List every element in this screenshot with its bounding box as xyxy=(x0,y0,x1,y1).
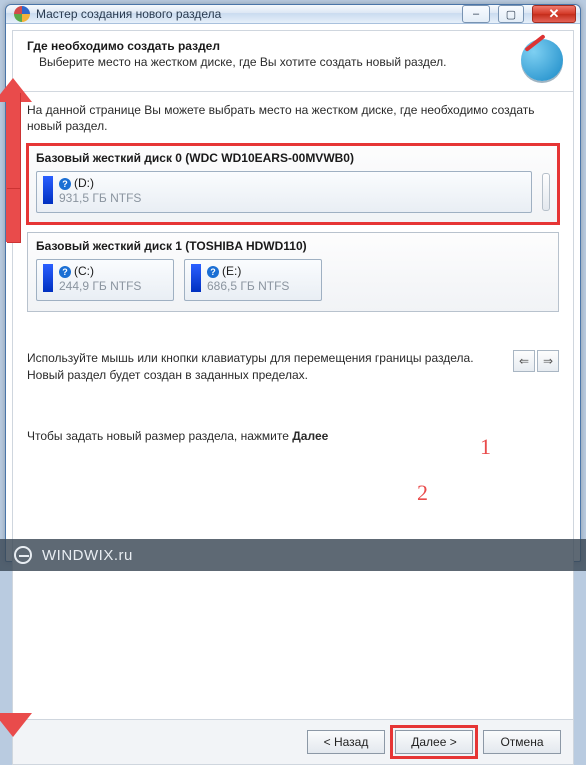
wizard-window: Мастер создания нового раздела – ▢ ✕ Где… xyxy=(5,4,581,562)
partition-label: (C:) xyxy=(74,264,94,278)
press-prefix: Чтобы задать новый размер раздела, нажми… xyxy=(27,429,292,443)
partition-e[interactable]: ?(E:) 686,5 ГБ NTFS xyxy=(184,259,322,301)
description-text: На данной странице Вы можете выбрать мес… xyxy=(27,102,559,134)
next-button[interactable]: Далее > xyxy=(395,730,473,754)
partition-size: 244,9 ГБ NTFS xyxy=(59,279,141,294)
partition-c[interactable]: ?(C:) 244,9 ГБ NTFS xyxy=(36,259,174,301)
annotation-arrow-2 xyxy=(27,601,559,713)
wizard-body: Где необходимо создать раздел Выберите м… xyxy=(12,30,574,765)
partition-size: 686,5 ГБ NTFS xyxy=(207,279,289,294)
partition-stripe-icon xyxy=(191,264,201,292)
disk-item-0[interactable]: Базовый жесткий диск 0 (WDC WD10EARS-00M… xyxy=(27,144,559,224)
partition-size: 931,5 ГБ NTFS xyxy=(59,191,141,206)
window-title: Мастер создания нового раздела xyxy=(36,7,221,21)
info-icon: ? xyxy=(59,266,71,278)
maximize-button[interactable]: ▢ xyxy=(498,5,524,23)
cancel-button[interactable]: Отмена xyxy=(483,730,561,754)
info-icon: ? xyxy=(59,178,71,190)
page-subtitle: Выберите место на жестком диске, где Вы … xyxy=(39,55,513,69)
back-button[interactable]: < Назад xyxy=(307,730,385,754)
disk-item-1[interactable]: Базовый жесткий диск 1 (TOSHIBA HDWD110)… xyxy=(27,232,559,312)
watermark-text: WINDWIX.ru xyxy=(42,547,133,564)
button-bar: < Назад Далее > Отмена xyxy=(13,719,573,764)
wizard-header: Где необходимо создать раздел Выберите м… xyxy=(13,31,573,92)
partition-d[interactable]: ?(D:) 931,5 ГБ NTFS xyxy=(36,171,532,213)
content-area: На данной странице Вы можете выбрать мес… xyxy=(13,92,573,719)
disk-title: Базовый жесткий диск 1 (TOSHIBA HDWD110) xyxy=(36,239,550,253)
annotation-arrow-1 xyxy=(27,443,559,601)
disk-title: Базовый жесткий диск 0 (WDC WD10EARS-00M… xyxy=(36,151,550,165)
annotation-label-1: 1 xyxy=(480,434,491,460)
press-bold: Далее xyxy=(292,429,328,443)
partition-label: (E:) xyxy=(222,264,241,278)
shrink-right-button[interactable]: ⇒ xyxy=(537,350,559,372)
close-button[interactable]: ✕ xyxy=(532,5,576,23)
resize-handle[interactable] xyxy=(542,173,550,211)
shrink-left-button[interactable]: ⇐ xyxy=(513,350,535,372)
info-icon: ? xyxy=(207,266,219,278)
minimize-button[interactable]: – xyxy=(462,5,490,23)
titlebar: Мастер создания нового раздела – ▢ ✕ xyxy=(6,5,580,24)
watermark-logo-icon xyxy=(14,546,32,564)
hint-text: Используйте мышь или кнопки клавиатуры д… xyxy=(27,350,505,382)
partition-label: (D:) xyxy=(74,176,94,190)
page-title: Где необходимо создать раздел xyxy=(27,39,513,53)
partition-stripe-icon xyxy=(43,176,53,204)
app-icon xyxy=(14,6,30,22)
partition-stripe-icon xyxy=(43,264,53,292)
hint-row: Используйте мышь или кнопки клавиатуры д… xyxy=(27,350,559,382)
wizard-icon xyxy=(521,39,563,81)
annotation-label-2: 2 xyxy=(417,480,428,506)
watermark-bar: WINDWIX.ru xyxy=(0,539,586,571)
